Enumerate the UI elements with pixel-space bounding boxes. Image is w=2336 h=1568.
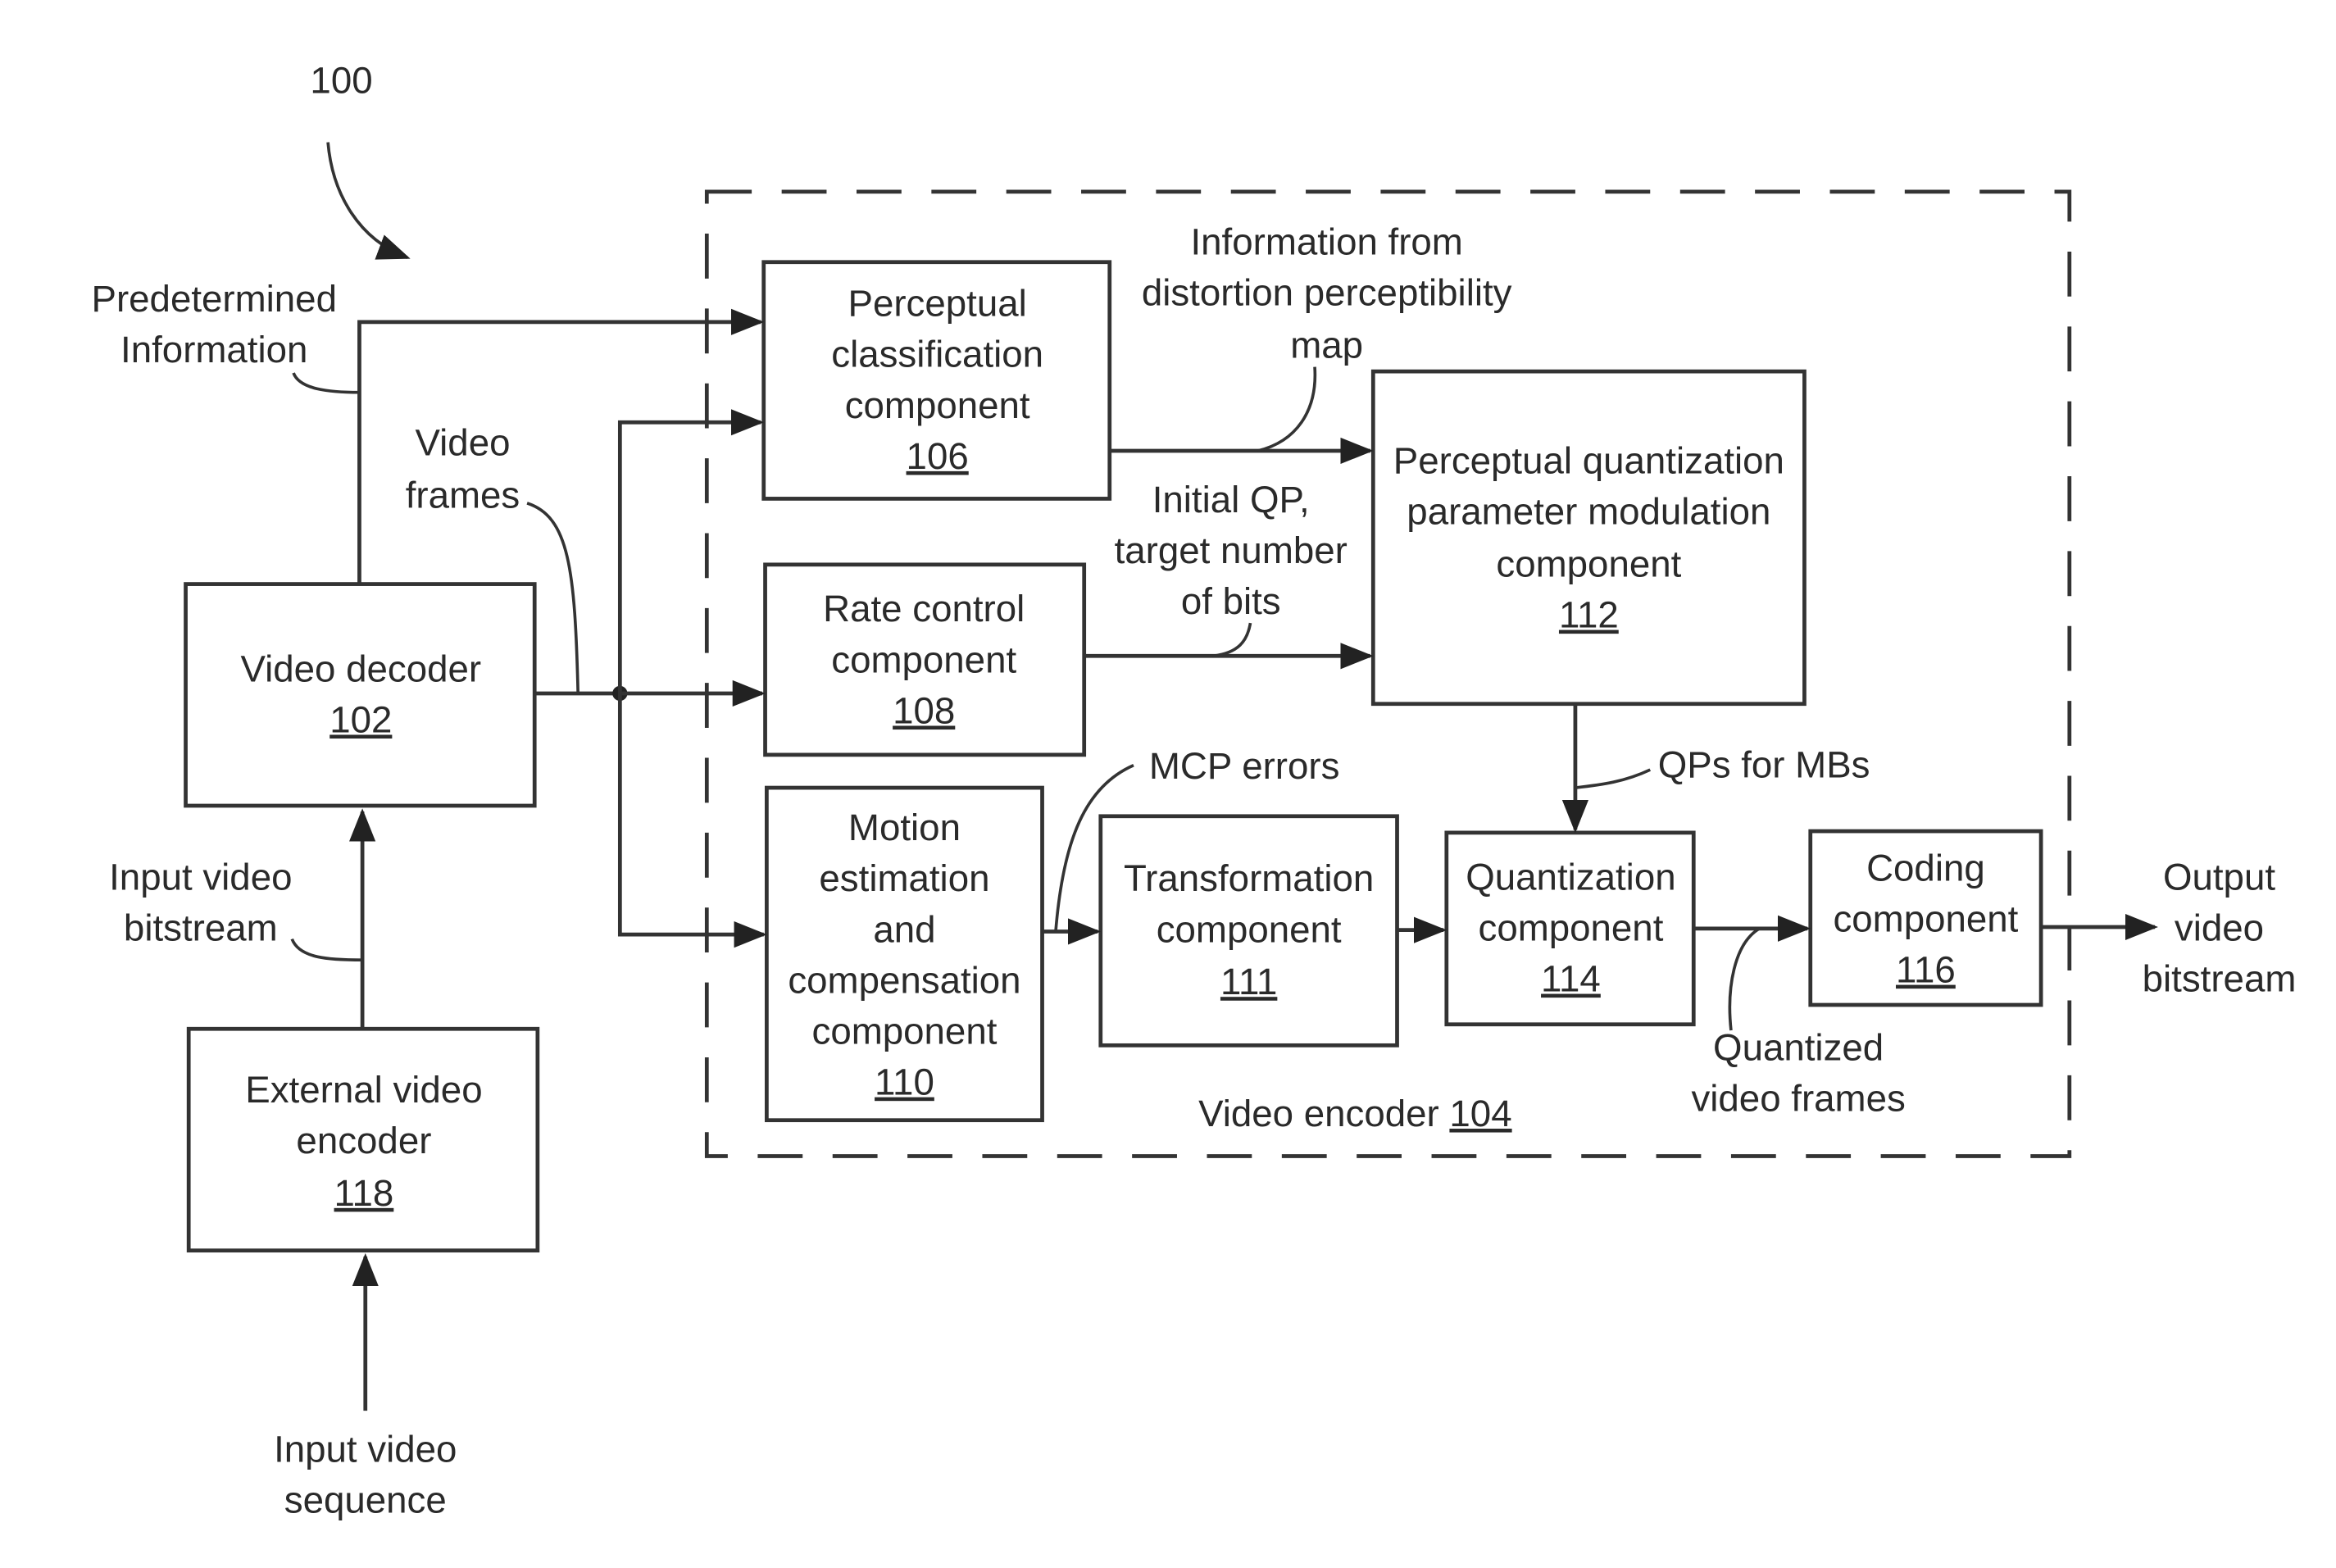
pqp-modulation-line1: Perceptual quantization: [1393, 439, 1784, 481]
quantization-block: Quantization component 114: [1444, 830, 1696, 1027]
motion-estimation-line5: component: [812, 1011, 998, 1052]
quantization-ref: 114: [1541, 958, 1601, 1000]
video-encoder-ref: 104: [1449, 1093, 1511, 1134]
svg-text:target number: target number: [1115, 529, 1348, 571]
external-video-encoder-block: External video encoder 118: [186, 1026, 540, 1253]
transformation-block: Transformation component 111: [1098, 814, 1399, 1048]
initial-qp-leader: [1212, 622, 1252, 658]
svg-text:frames: frames: [406, 474, 520, 516]
svg-text:Input video: Input video: [109, 856, 292, 898]
predetermined-info-label: Predetermined Information: [92, 278, 337, 370]
video-frames-to-motion-wire: [617, 693, 767, 948]
distortion-map-leader: [1257, 366, 1317, 452]
svg-text:distortion perceptibility: distortion perceptibility: [1142, 272, 1512, 314]
svg-text:video: video: [2175, 907, 2264, 948]
video-frames-label: Video frames: [406, 421, 520, 516]
input-sequence-label: Input video sequence: [274, 1428, 457, 1520]
output-bitstream-label: Output video bitstream: [2143, 856, 2297, 999]
video-decoder-title: Video decoder: [240, 648, 481, 689]
pqp-modulation-line3: component: [1496, 543, 1681, 584]
quantized-frames-label: Quantized video frames: [1691, 1027, 1905, 1120]
svg-text:QPs for MBs: QPs for MBs: [1658, 743, 1870, 785]
pqp-modulation-block: Perceptual quantization parameter modula…: [1370, 369, 1807, 707]
coding-ref: 116: [1896, 949, 1956, 991]
motion-estimation-line2: estimation: [819, 857, 989, 899]
quantization-line1: Quantization: [1466, 856, 1675, 898]
svg-text:Information from: Information from: [1190, 221, 1462, 263]
svg-text:Initial QP,: Initial QP,: [1152, 479, 1310, 520]
rate-control-ref: 108: [893, 689, 955, 731]
input-bitstream-label: Input video bitstream: [109, 856, 292, 948]
figure-reference-label: 100: [310, 59, 372, 101]
video-decoder-ref: 102: [329, 698, 392, 740]
distortion-info-label: Information from distortion perceptibili…: [1142, 221, 1512, 366]
coding-line1: Coding: [1866, 847, 1985, 889]
input-bitstream-leader: [290, 938, 363, 962]
pqp-modulation-ref: 112: [1559, 594, 1619, 636]
video-encoder-block-diagram: 100 Video encoder 104 Video decoder 102 …: [92, 59, 2297, 1520]
transformation-line2: component: [1157, 908, 1342, 950]
qps-for-mbs-leader: [1575, 768, 1652, 789]
motion-estimation-block: Motion estimation and compensation compo…: [765, 785, 1044, 1123]
video-frames-to-classification-wire: [617, 409, 765, 693]
svg-text:map: map: [1290, 325, 1363, 366]
svg-text:bitstream: bitstream: [2143, 958, 2297, 1000]
perceptual-classification-line3: component: [845, 384, 1030, 426]
perceptual-classification-block: Perceptual classification component 106: [761, 260, 1112, 501]
predetermined-info-leader: [292, 372, 360, 394]
svg-text:of bits: of bits: [1181, 580, 1281, 622]
rate-control-block: Rate control component 108: [763, 562, 1087, 757]
perceptual-classification-ref: 106: [907, 435, 969, 477]
svg-text:Quantized: Quantized: [1713, 1027, 1884, 1069]
perceptual-classification-line1: Perceptual: [848, 283, 1027, 325]
external-encoder-ref: 118: [334, 1172, 394, 1214]
rate-control-line2: component: [831, 639, 1016, 680]
motion-estimation-ref: 110: [875, 1061, 934, 1103]
svg-text:Predetermined: Predetermined: [92, 278, 337, 320]
svg-text:video frames: video frames: [1691, 1078, 1905, 1120]
motion-estimation-line3: and: [873, 908, 935, 950]
coding-line2: component: [1833, 898, 2018, 939]
video-encoder-label: Video encoder 104: [1198, 1093, 1511, 1134]
rate-control-line1: Rate control: [823, 588, 1025, 629]
svg-text:Information: Information: [120, 329, 307, 370]
figure-reference-arrow: [326, 142, 411, 260]
external-encoder-title-line1: External video: [245, 1069, 482, 1111]
svg-text:MCP errors: MCP errors: [1149, 745, 1340, 787]
transformation-line1: Transformation: [1124, 857, 1374, 899]
svg-text:sequence: sequence: [284, 1479, 447, 1520]
motion-estimation-line1: Motion: [848, 807, 961, 848]
mcp-errors-label: MCP errors: [1149, 745, 1340, 787]
quantization-line2: component: [1478, 907, 1663, 948]
transformation-ref: 111: [1220, 961, 1277, 1002]
svg-text:Input video: Input video: [274, 1428, 457, 1470]
svg-text:Video: Video: [416, 421, 511, 463]
svg-text:bitstream: bitstream: [124, 907, 278, 948]
pqp-modulation-line2: parameter modulation: [1407, 490, 1770, 532]
initial-qp-label: Initial QP, target number of bits: [1115, 479, 1348, 622]
perceptual-classification-line2: classification: [831, 334, 1043, 375]
video-decoder-block: Video decoder 102: [184, 582, 537, 808]
external-encoder-title-line2: encoder: [296, 1120, 431, 1161]
motion-estimation-line4: compensation: [788, 959, 1020, 1001]
coding-block: Coding component 116: [1808, 829, 2043, 1007]
qps-for-mbs-label: QPs for MBs: [1658, 743, 1870, 785]
svg-text:Output: Output: [2163, 856, 2275, 898]
quantized-frames-leader: [1728, 927, 1761, 1031]
